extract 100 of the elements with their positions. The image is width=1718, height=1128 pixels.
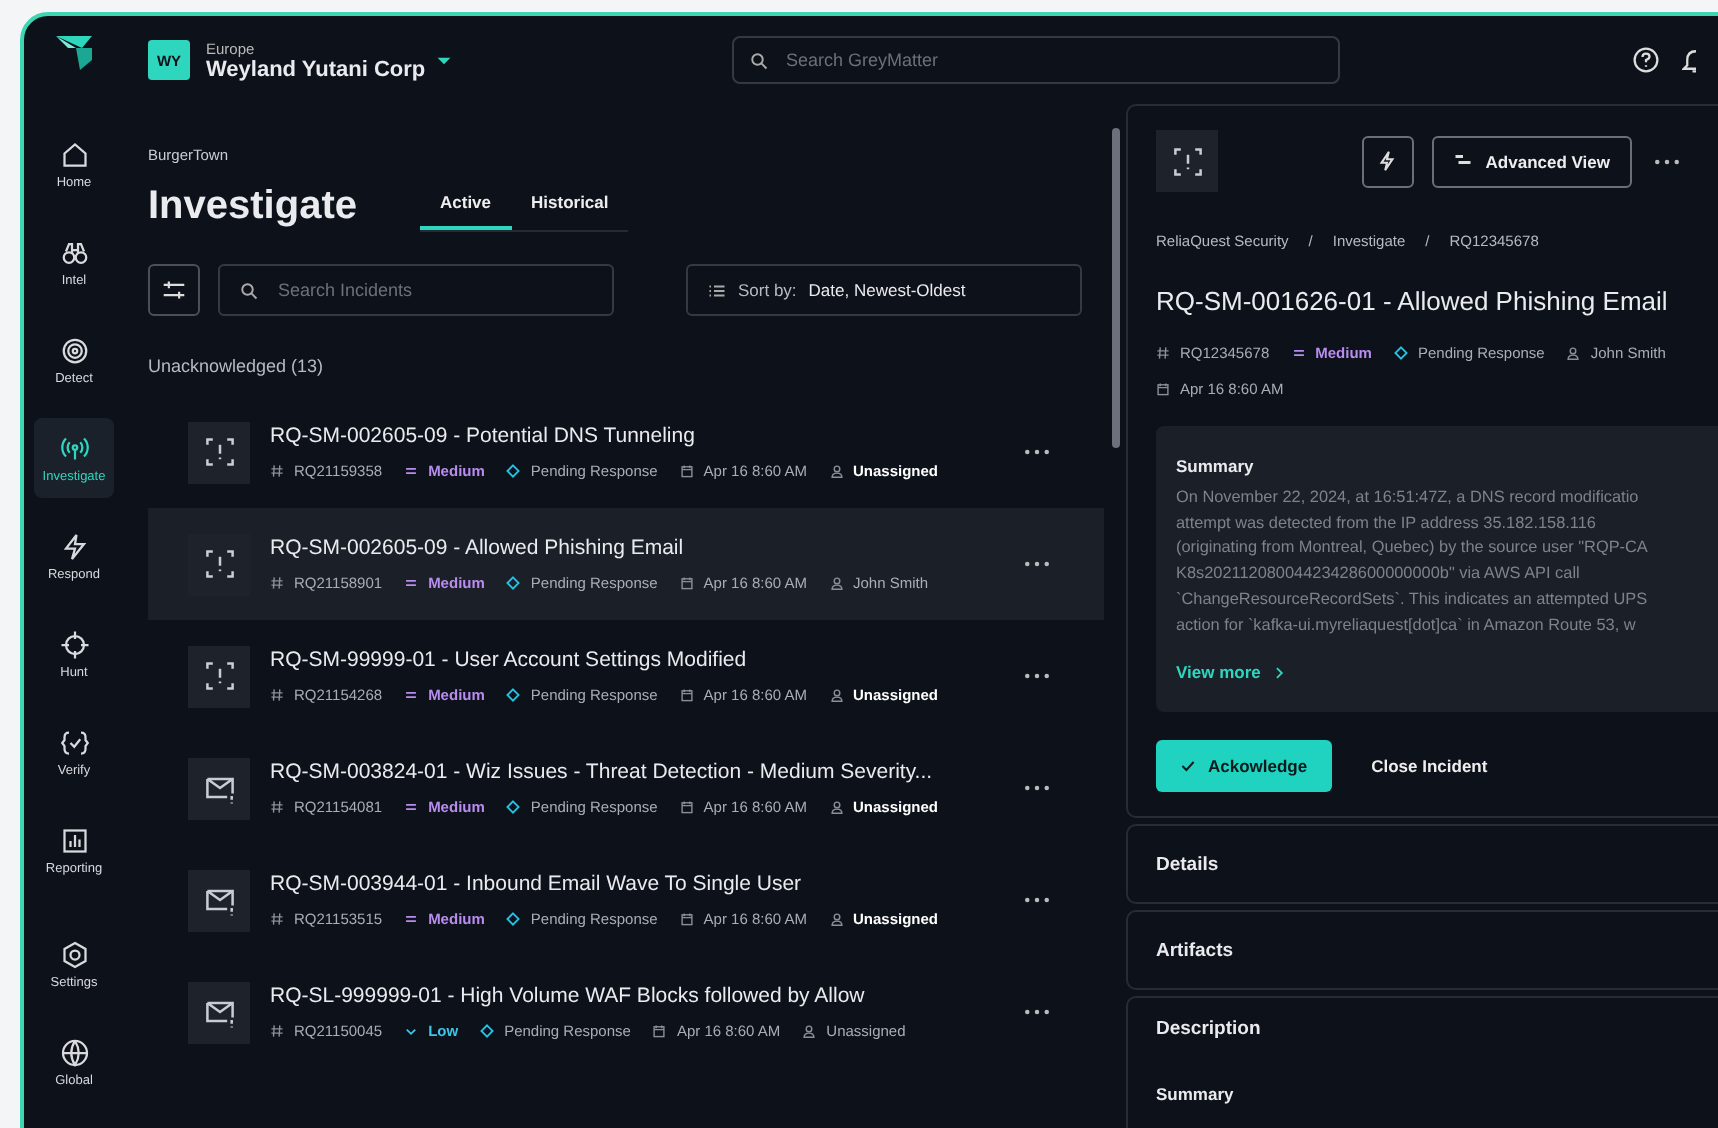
diamond-icon xyxy=(506,464,521,478)
close-incident-button[interactable]: Close Incident xyxy=(1371,756,1488,777)
summary-text: action for `kafka-ui.myreliaquest[dot]ca` in Amazon Route 53, w xyxy=(1176,613,1638,638)
more-icon[interactable] xyxy=(1654,157,1680,165)
more-icon[interactable] xyxy=(1024,672,1050,680)
more-icon[interactable] xyxy=(1024,896,1050,904)
binoculars-icon xyxy=(59,237,89,267)
calendar-icon xyxy=(652,1024,667,1038)
target-icon xyxy=(59,335,89,365)
email-alert-icon xyxy=(188,757,250,819)
incident-title: RQ-SM-99999-01 - User Account Settings Modified xyxy=(270,648,749,672)
page-title: Investigate xyxy=(148,183,359,229)
summary-text: K8s20211208004423428600000000b" via AWS API call xyxy=(1176,562,1582,587)
email-alert-icon xyxy=(188,869,250,931)
summary-heading: Summary xyxy=(1176,456,1254,476)
user-icon xyxy=(829,576,843,590)
hash-icon xyxy=(270,912,284,926)
bolt-icon xyxy=(59,531,89,561)
diamond-icon xyxy=(506,688,521,702)
summary-text: attempt was detected from the IP address 35.182.158.116 xyxy=(1176,511,1598,536)
verify-icon xyxy=(59,727,89,757)
summary-text: On November 22, 2024, at 16:51:47Z, a DNS record modificatio xyxy=(1176,486,1641,510)
hash-icon xyxy=(270,464,284,478)
calendar-icon xyxy=(679,688,694,702)
group-heading: Unacknowledged (13) xyxy=(148,356,326,376)
calendar-icon xyxy=(679,912,694,926)
section-heading[interactable]: Details xyxy=(1156,853,1718,876)
signal-icon xyxy=(59,433,89,463)
filter-button[interactable] xyxy=(148,264,200,316)
help-icon[interactable] xyxy=(1632,46,1660,74)
scrollbar[interactable] xyxy=(1112,128,1120,448)
search-icon xyxy=(240,281,258,299)
section-heading[interactable]: Description xyxy=(1156,1018,1718,1041)
more-icon[interactable] xyxy=(1024,448,1050,456)
hash-icon xyxy=(270,688,284,702)
subheading: Summary xyxy=(1156,1084,1236,1105)
chevron-down-icon xyxy=(404,1024,419,1038)
diamond-icon xyxy=(480,1024,495,1038)
hash-icon xyxy=(270,576,284,590)
logo-icon xyxy=(54,32,94,72)
section-heading[interactable]: Artifacts xyxy=(1156,939,1718,962)
more-icon[interactable] xyxy=(1024,560,1050,568)
equals-icon xyxy=(1291,346,1306,360)
incident-title: RQ-SM-002605-09 - Potential DNS Tunneling xyxy=(270,424,697,448)
hash-icon xyxy=(270,800,284,814)
checkmark-icon xyxy=(1180,758,1196,775)
user-icon xyxy=(829,464,843,478)
settings-icon xyxy=(59,939,89,969)
home-icon xyxy=(59,139,89,169)
diamond-icon xyxy=(506,576,521,590)
search-field[interactable]: Search Incidents xyxy=(218,264,614,316)
incident-title: RQ-SM-003824-01 - Wiz Issues - Threat Detection - Medium Severity... xyxy=(270,760,935,784)
tab[interactable]: Active xyxy=(420,180,512,230)
bell-icon[interactable] xyxy=(1682,46,1696,74)
equals-icon xyxy=(404,800,419,814)
equals-icon xyxy=(404,464,419,478)
lightning-icon xyxy=(1376,150,1399,172)
more-icon[interactable] xyxy=(1024,784,1050,792)
search-icon xyxy=(750,51,768,69)
incident-title: RQ-SL-999999-01 - High Volume WAF Blocks followed by Allow xyxy=(270,984,867,1008)
more-icon[interactable] xyxy=(1024,1008,1050,1016)
tab[interactable]: Historical xyxy=(511,180,629,230)
chart-icon xyxy=(59,825,89,855)
user-icon xyxy=(829,688,843,702)
hash-icon xyxy=(1156,346,1170,360)
search-field[interactable]: Search GreyMatter xyxy=(732,36,1340,84)
calendar-icon xyxy=(679,464,694,478)
user-icon xyxy=(802,1024,817,1038)
caret-icon[interactable] xyxy=(435,55,452,65)
hash-icon xyxy=(270,1024,284,1038)
acknowledge-button[interactable]: Ackowledge xyxy=(1156,740,1332,793)
calendar-icon xyxy=(679,800,694,814)
alert-frame-icon xyxy=(188,421,250,483)
search-input[interactable]: Search GreyMatter xyxy=(782,48,1322,72)
incident-title: RQ-SM-002605-09 - Allowed Phishing Email xyxy=(270,536,686,560)
calendar-icon xyxy=(679,576,694,590)
layout-icon xyxy=(1453,152,1472,170)
summary-text: `ChangeResourceRecordSets`. This indicates an attempted UPS xyxy=(1176,587,1650,612)
list-icon xyxy=(708,281,726,299)
summary-text: (originating from Montreal, Quebec) by the source user "RQP-CA xyxy=(1176,536,1650,561)
equals-icon xyxy=(404,688,419,702)
view-more-link[interactable]: View more xyxy=(1176,662,1285,683)
alert-frame-icon xyxy=(188,645,250,707)
incident-title: RQ-SM-001626-01 - Allowed Phishing Email xyxy=(1156,286,1670,316)
crosshair-icon xyxy=(59,629,89,659)
equals-icon xyxy=(404,576,419,590)
sliders-icon xyxy=(162,278,186,302)
sort-dropdown[interactable]: Sort by: Date, Newest-Oldest xyxy=(686,264,1082,316)
calendar-icon xyxy=(1156,382,1170,396)
search-input[interactable]: Search Incidents xyxy=(274,278,592,302)
lightning-button[interactable] xyxy=(1361,135,1414,187)
org-name[interactable]: Weyland Yutani Corp xyxy=(206,57,426,81)
user-icon xyxy=(829,800,843,814)
user-icon xyxy=(1566,346,1581,360)
incident-title: RQ-SM-003944-01 - Inbound Email Wave To Single User xyxy=(270,872,804,896)
diamond-icon xyxy=(506,800,521,814)
advanced-view-button[interactable]: Advanced View xyxy=(1431,135,1632,187)
globe-icon xyxy=(59,1037,89,1067)
diamond-icon xyxy=(1393,346,1408,360)
chevron-right-icon xyxy=(1274,665,1285,680)
